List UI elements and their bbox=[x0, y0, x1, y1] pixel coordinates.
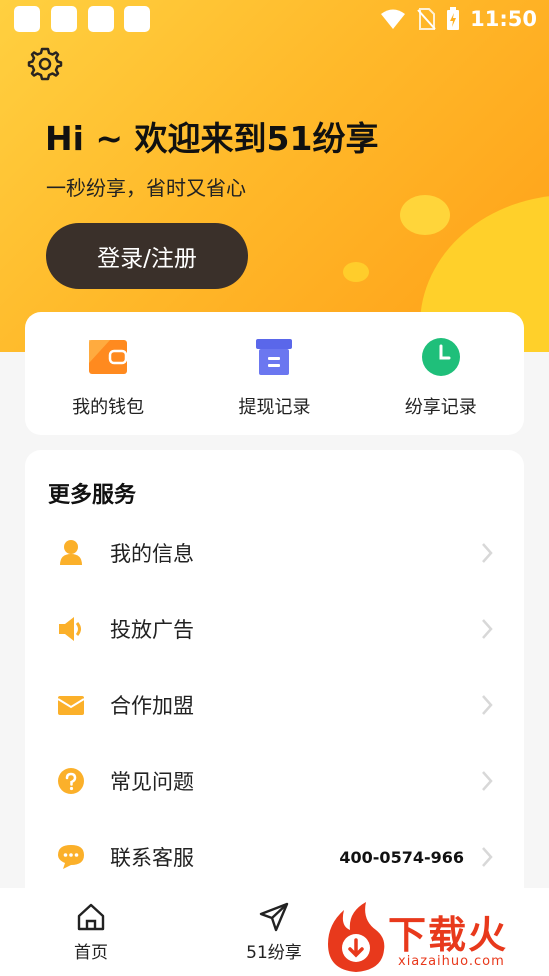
notification-icon bbox=[124, 6, 150, 32]
withdraw-record-button[interactable]: 提现记录 bbox=[191, 312, 357, 435]
service-label: 联系客服 bbox=[110, 846, 194, 870]
send-icon bbox=[259, 902, 289, 932]
chevron-right-icon bbox=[482, 771, 493, 791]
decor-blob bbox=[343, 262, 369, 282]
notification-icon bbox=[88, 6, 114, 32]
battery-charging-icon bbox=[447, 7, 460, 30]
service-label: 常见问题 bbox=[110, 770, 194, 794]
service-phone: 400-0574-966 bbox=[339, 847, 464, 867]
service-label: 投放广告 bbox=[110, 618, 194, 642]
service-item-partnership[interactable]: 合作加盟 bbox=[25, 673, 524, 737]
watermark: 下载火 xiazaihuo.com bbox=[322, 900, 546, 974]
share-record-label: 纷享记录 bbox=[404, 397, 477, 418]
watermark-text: 下载火 bbox=[388, 913, 509, 957]
share-record-button[interactable]: 纷享记录 bbox=[358, 312, 524, 435]
notification-icon bbox=[14, 6, 40, 32]
service-item-my-info[interactable]: 我的信息 bbox=[25, 521, 524, 585]
tab-home[interactable]: 首页 bbox=[31, 888, 151, 976]
no-sim-icon bbox=[417, 8, 436, 30]
flame-logo-icon bbox=[328, 902, 385, 972]
box-icon bbox=[256, 339, 293, 375]
wifi-icon bbox=[381, 9, 406, 29]
service-item-faq[interactable]: 常见问题 bbox=[25, 749, 524, 813]
chat-icon bbox=[58, 845, 84, 869]
wallet-button[interactable]: 我的钱包 bbox=[25, 312, 191, 435]
chevron-right-icon bbox=[482, 619, 493, 639]
page-title: Hi ~ 欢迎来到51纷享 bbox=[45, 119, 379, 158]
service-item-advertise[interactable]: 投放广告 bbox=[25, 597, 524, 661]
quick-actions-card: 我的钱包 提现记录 纷享记录 bbox=[25, 312, 524, 435]
wallet-label: 我的钱包 bbox=[72, 397, 145, 418]
gear-icon[interactable] bbox=[27, 46, 63, 82]
tab-label: 首页 bbox=[74, 943, 108, 963]
question-icon bbox=[58, 768, 84, 794]
home-icon bbox=[77, 903, 105, 931]
decor-blob bbox=[400, 195, 450, 235]
service-label: 合作加盟 bbox=[110, 694, 194, 718]
withdraw-record-label: 提现记录 bbox=[238, 397, 311, 418]
login-button[interactable]: 登录/注册 bbox=[46, 223, 248, 289]
mail-icon bbox=[57, 696, 85, 715]
notification-icon bbox=[51, 6, 77, 32]
services-title: 更多服务 bbox=[48, 483, 137, 508]
status-time: 11:50 bbox=[470, 7, 537, 31]
page-subtitle: 一秒纷享，省时又省心 bbox=[46, 176, 246, 200]
speaker-icon bbox=[59, 617, 81, 641]
chevron-right-icon bbox=[482, 695, 493, 715]
tab-share[interactable]: 51纷享 bbox=[214, 888, 334, 976]
wallet-icon bbox=[89, 340, 128, 374]
clock-icon bbox=[421, 338, 460, 376]
watermark-url: xiazaihuo.com bbox=[398, 954, 505, 969]
status-bar: 11:50 bbox=[0, 0, 549, 38]
tab-label: 51纷享 bbox=[246, 943, 302, 963]
user-icon bbox=[60, 540, 82, 565]
chevron-right-icon bbox=[482, 847, 493, 867]
service-label: 我的信息 bbox=[110, 542, 194, 566]
services-card: 更多服务 我的信息 投放广告 合作加盟 常见问题 联系客服 400-0574-9… bbox=[25, 450, 524, 910]
service-item-customer-service[interactable]: 联系客服 400-0574-966 bbox=[25, 825, 524, 889]
chevron-right-icon bbox=[482, 543, 493, 563]
